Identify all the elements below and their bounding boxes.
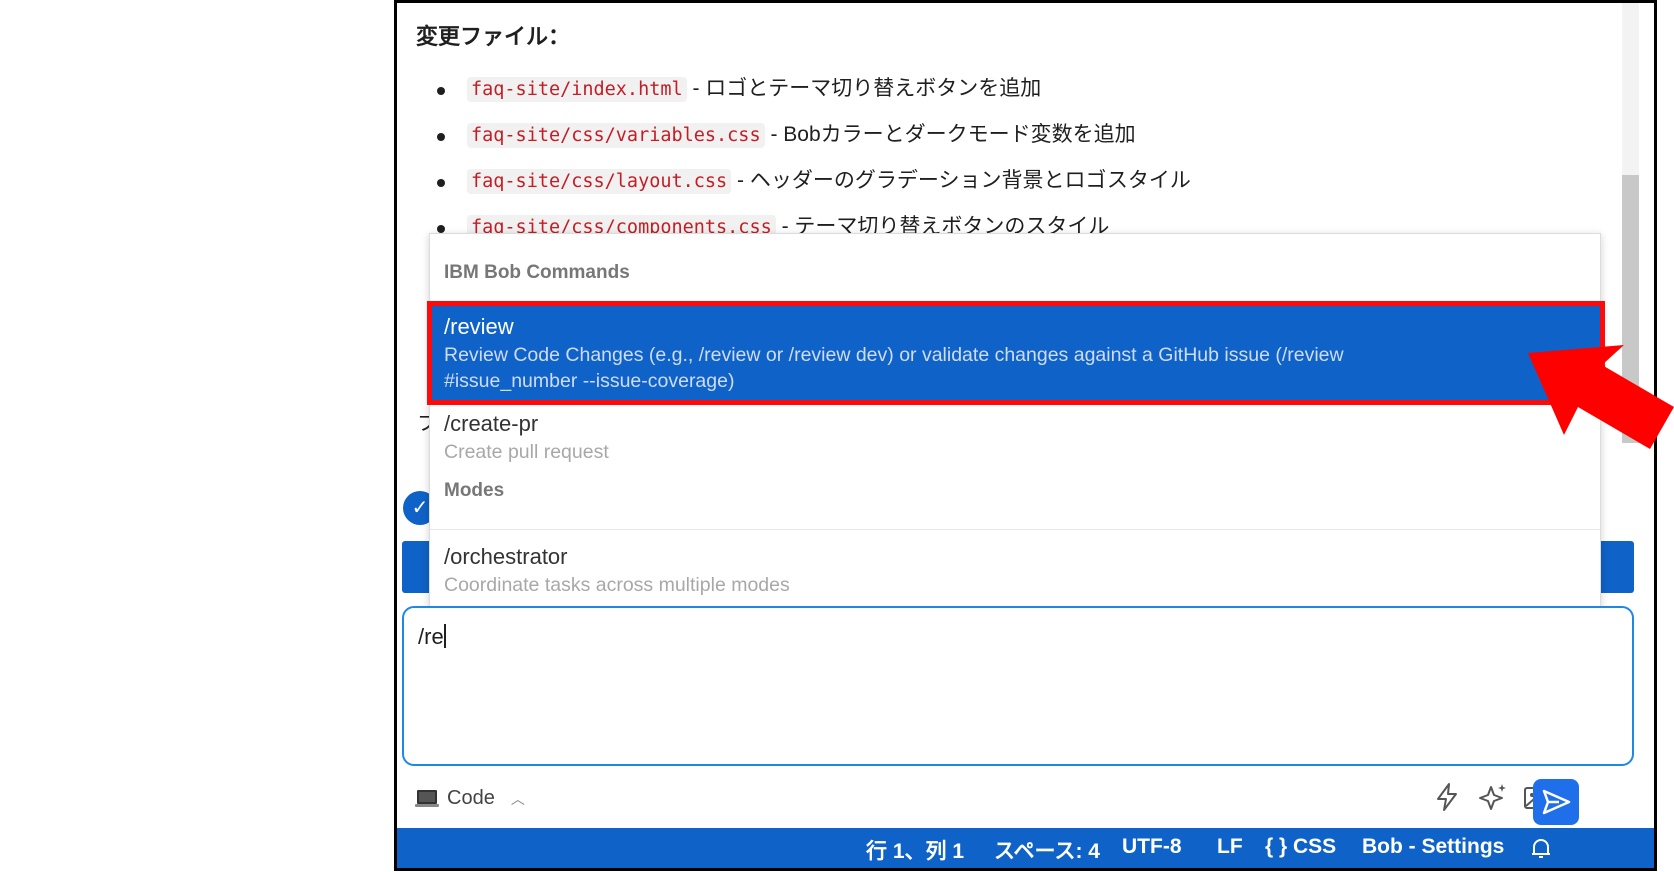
status-encoding[interactable]: UTF-8 — [1122, 835, 1182, 859]
send-button[interactable] — [1533, 779, 1579, 825]
send-icon — [1542, 789, 1571, 815]
list-item: faq-site/index.html - ロゴとテーマ切り替えボタンを追加 — [416, 73, 1191, 119]
file-path: faq-site/css/variables.css — [467, 123, 765, 148]
status-bar: 行 1、列 1 スペース: 4 UTF-8 LF { } CSS Bob - S… — [397, 828, 1654, 868]
command-name: /create-pr — [444, 411, 539, 436]
sparkles-icon[interactable] — [1477, 781, 1509, 813]
command-item-orchestrator[interactable]: /orchestrator Coordinate tasks across mu… — [430, 542, 1600, 602]
bullet-icon — [437, 87, 445, 95]
status-eol[interactable]: LF — [1217, 835, 1243, 859]
chat-panel: 変更ファイル： faq-site/index.html - ロゴとテーマ切り替え… — [394, 0, 1657, 871]
laptop-icon — [415, 789, 439, 807]
mode-label: Code — [447, 787, 495, 809]
text-caret — [443, 624, 446, 648]
list-item: faq-site/css/variables.css - Bobカラーとダークモ… — [416, 119, 1191, 165]
command-description: Review Code Changes (e.g., /review or /r… — [444, 344, 1344, 366]
file-description: - ヘッダーのグラデーション背景とロゴスタイル — [737, 169, 1191, 192]
mode-selector[interactable]: Code ︿ — [415, 787, 525, 810]
section-header-modes: Modes — [444, 480, 505, 501]
command-item-review[interactable]: /review Review Code Changes (e.g., /revi… — [427, 301, 1605, 405]
input-text: /re — [418, 624, 444, 649]
file-path: faq-site/index.html — [467, 77, 687, 102]
bell-icon[interactable] — [1530, 836, 1552, 860]
status-bob-settings[interactable]: Bob - Settings — [1362, 835, 1504, 859]
changed-files-heading: 変更ファイル： — [416, 24, 571, 49]
file-path: faq-site/css/layout.css — [467, 169, 732, 194]
pointer-arrow-icon — [1528, 345, 1674, 449]
command-name: /orchestrator — [444, 544, 568, 569]
bullet-icon — [437, 225, 445, 233]
command-autocomplete: IBM Bob Commands /review Review Code Cha… — [427, 233, 1605, 607]
chat-input[interactable]: /re — [402, 606, 1634, 766]
command-name: /review — [444, 314, 514, 339]
command-item-create-pr[interactable]: /create-pr Create pull request — [430, 406, 1600, 472]
chat-input-value: /re — [418, 624, 446, 650]
command-description: #issue_number --issue-coverage) — [444, 370, 735, 392]
status-indentation[interactable]: スペース: 4 — [994, 835, 1100, 865]
bullet-icon — [437, 133, 445, 141]
status-cursor-position[interactable]: 行 1、列 1 — [866, 835, 964, 865]
changed-files-list: faq-site/index.html - ロゴとテーマ切り替えボタンを追加 f… — [416, 73, 1191, 257]
file-description: - ロゴとテーマ切り替えボタンを追加 — [692, 77, 1042, 100]
status-language[interactable]: { } CSS — [1265, 835, 1336, 859]
command-description: Coordinate tasks across multiple modes — [444, 574, 790, 596]
bullet-icon — [437, 179, 445, 187]
chevron-up-icon: ︿ — [510, 790, 525, 807]
section-header-commands: IBM Bob Commands — [444, 262, 630, 283]
file-description: - Bobカラーとダークモード変数を追加 — [770, 123, 1136, 146]
lightning-icon[interactable] — [1431, 781, 1463, 813]
list-item: faq-site/css/layout.css - ヘッダーのグラデーション背景… — [416, 165, 1191, 211]
command-description: Create pull request — [444, 441, 609, 463]
divider — [430, 529, 1600, 530]
